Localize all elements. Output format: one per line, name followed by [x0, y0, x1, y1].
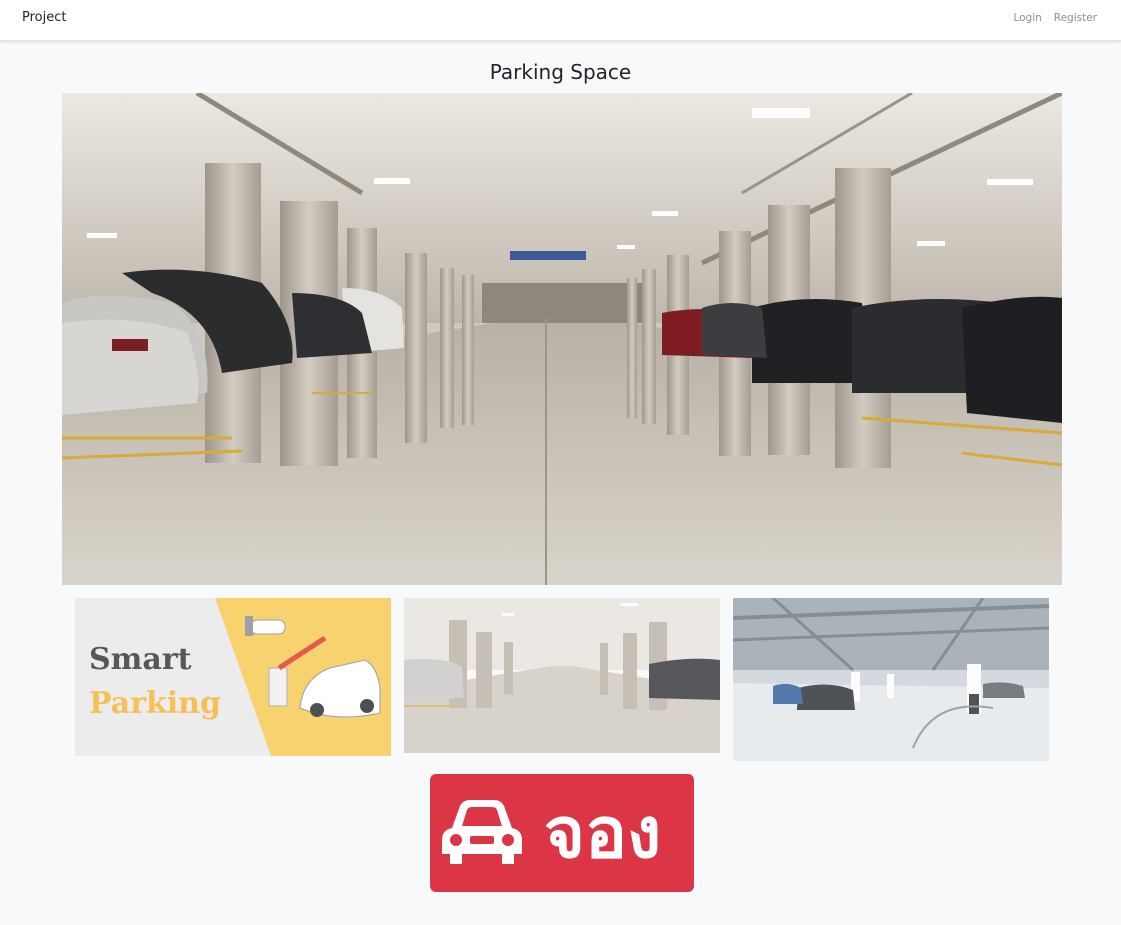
- navbar: Project Login Register: [0, 0, 1121, 41]
- register-link[interactable]: Register: [1054, 12, 1097, 24]
- smart-parking-banner-art: [75, 598, 391, 756]
- hero-parking-image: [62, 93, 1062, 585]
- book-label: จอง: [544, 792, 662, 874]
- page-title: Parking Space: [489, 60, 632, 84]
- brand-link[interactable]: Project: [22, 10, 66, 25]
- banner-text-parking: Parking: [89, 686, 221, 721]
- book-button[interactable]: จอง: [430, 774, 694, 892]
- parking-thumb-3[interactable]: [733, 598, 1049, 761]
- banner-text-smart: Smart: [89, 642, 192, 677]
- parking-garage-photo: [62, 93, 1062, 585]
- underground-parking-photo: [733, 598, 1049, 761]
- parking-garage-photo: [404, 598, 720, 753]
- smart-parking-banner[interactable]: Smart Parking: [75, 598, 391, 756]
- nav-links: Login Register: [1013, 12, 1097, 24]
- car-icon: [442, 800, 522, 864]
- parking-thumb-2[interactable]: [404, 598, 720, 753]
- login-link[interactable]: Login: [1013, 12, 1041, 24]
